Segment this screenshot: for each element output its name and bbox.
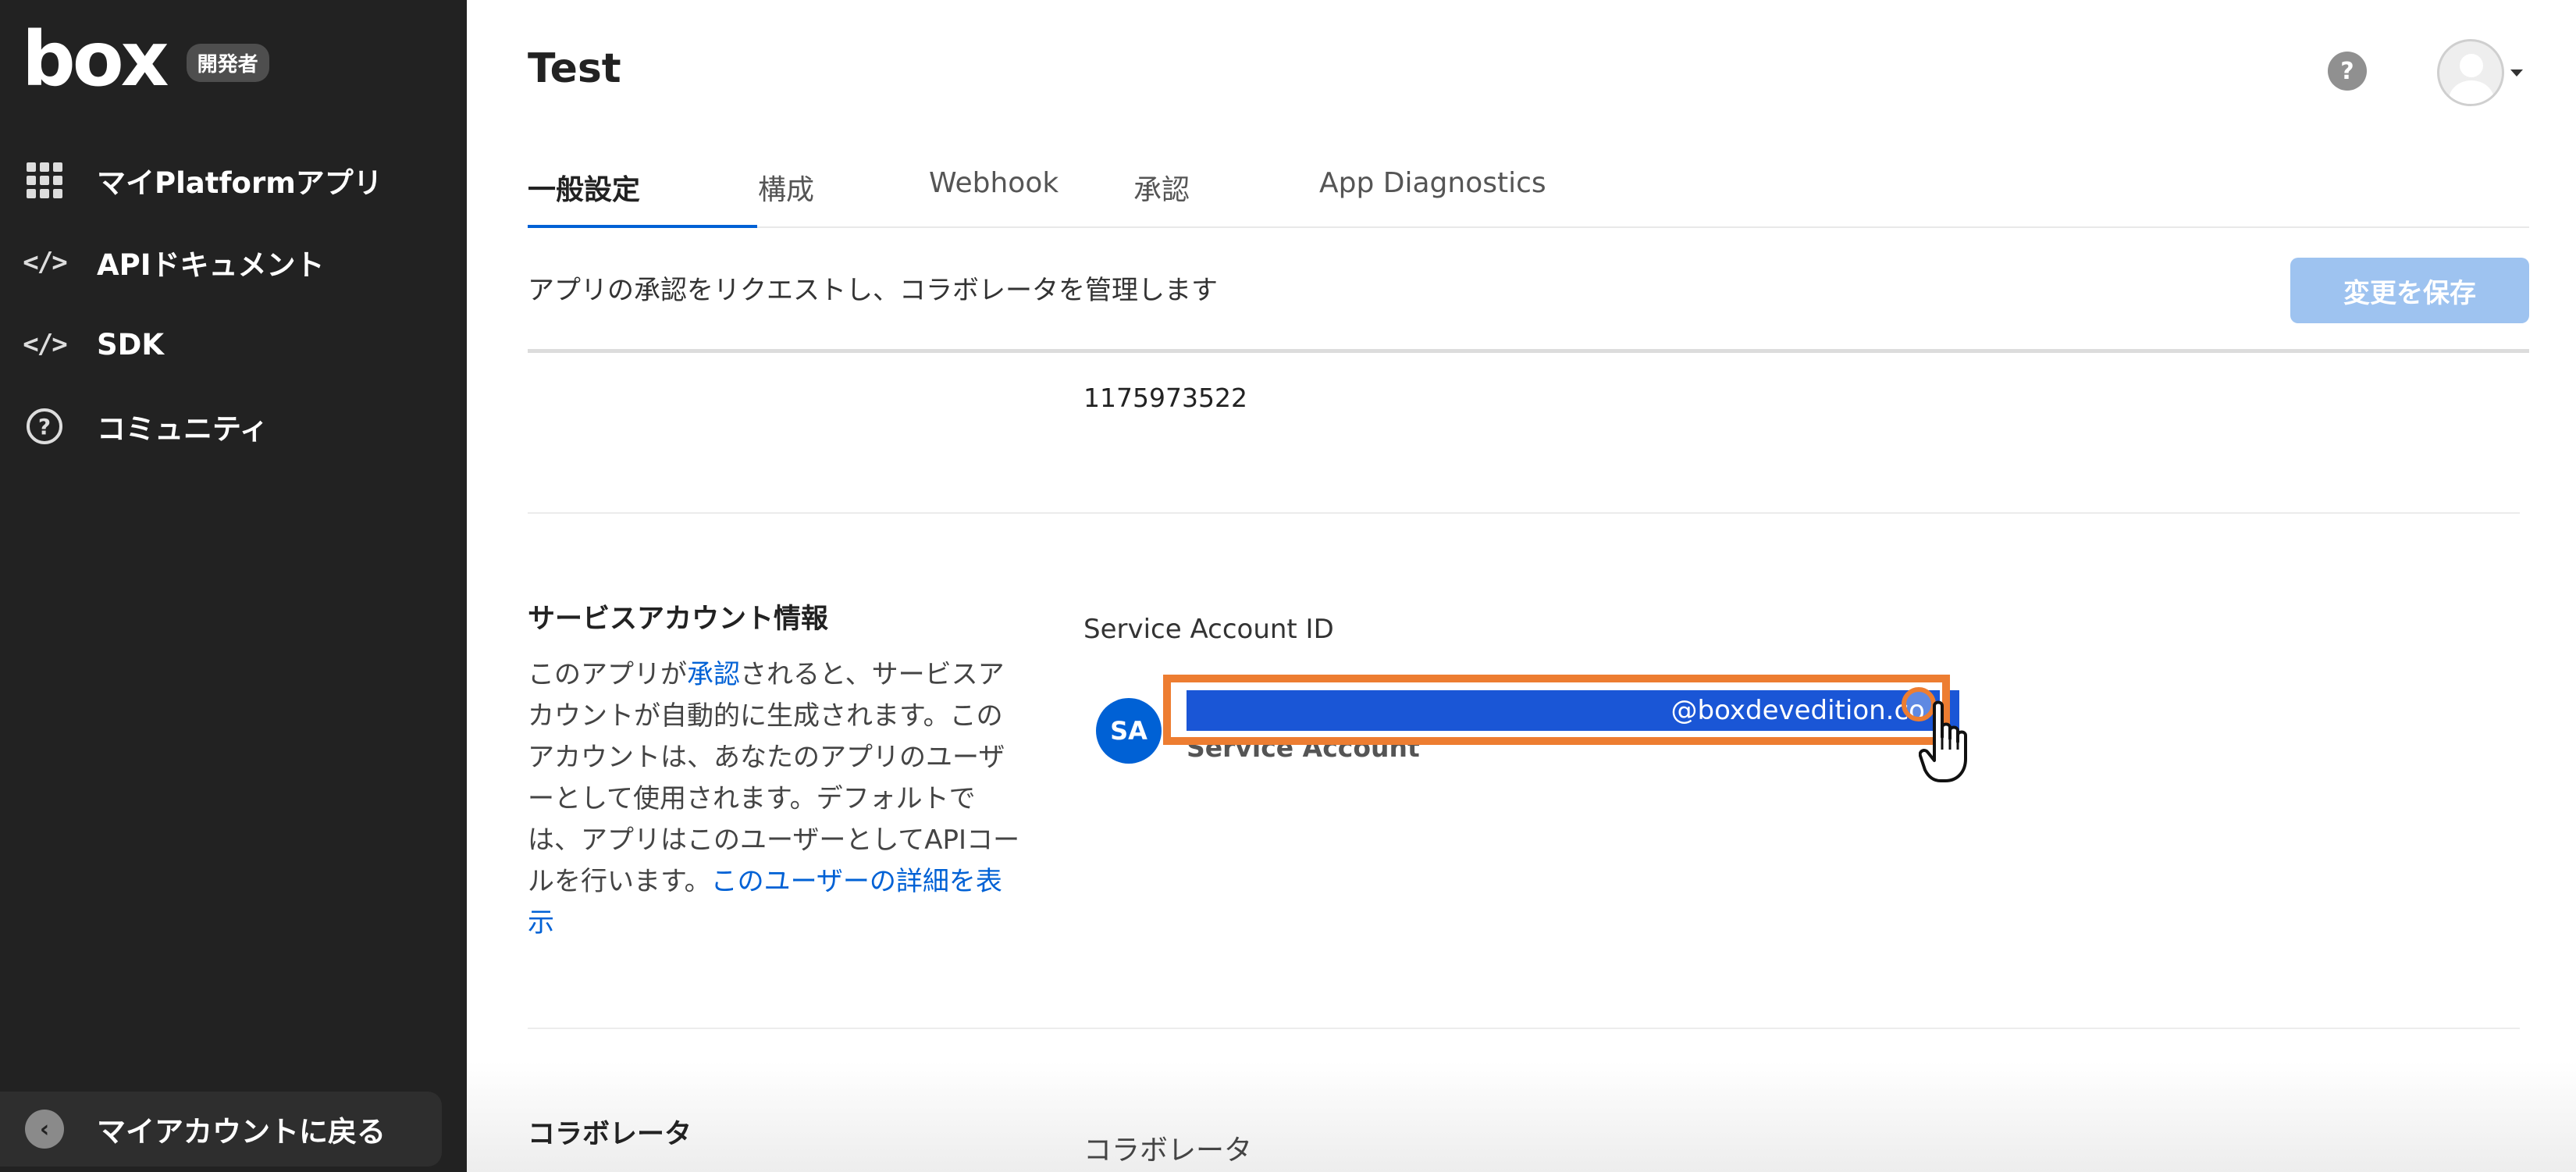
save-changes-button[interactable]: 変更を保存: [2290, 258, 2529, 323]
service-account-heading: サービスアカウント情報: [528, 604, 829, 635]
sidebar-item-label: APIドキュメント: [97, 248, 325, 282]
service-account-subtitle: Service Account: [1187, 732, 1420, 763]
tab-general-settings[interactable]: 一般設定: [528, 167, 640, 208]
back-to-account-button[interactable]: ‹ マイアカウントに戻る: [0, 1092, 442, 1167]
enterprise-id-value: 1175973522: [1083, 383, 1247, 413]
tab-configuration[interactable]: 構成: [758, 167, 814, 208]
help-icon[interactable]: ?: [2328, 52, 2367, 91]
sidebar-item-label: コミュニティ: [97, 412, 269, 446]
tab-app-diagnostics[interactable]: App Diagnostics: [1319, 167, 1546, 199]
back-to-account-label: マイアカウントに戻る: [97, 1115, 386, 1149]
sidebar-item-community[interactable]: ? コミュニティ: [0, 391, 467, 461]
main-content: Test ? 一般設定 構成 Webhook 承認 App Diagnostic…: [467, 0, 2576, 1172]
tab-bar: 一般設定 構成 Webhook 承認 App Diagnostics: [528, 156, 2529, 228]
sidebar-item-api-docs[interactable]: </> APIドキュメント: [0, 227, 467, 297]
desc-text: されると、サービスアカウントが自動的に生成されます。このアカウントは、あなたのア…: [528, 659, 1020, 897]
section-divider: [528, 1028, 2520, 1029]
chevron-left-icon: ‹: [25, 1110, 64, 1149]
service-account-description: このアプリが承認されると、サービスアカウントが自動的に生成されます。このアカウン…: [528, 654, 1027, 944]
service-account-id-label: Service Account ID: [1083, 614, 1334, 645]
user-menu[interactable]: [2437, 39, 2523, 106]
service-account-email-selected[interactable]: @boxdevedition.co: [1187, 690, 1959, 731]
developer-badge: 開発者: [186, 43, 269, 82]
avatar: [2437, 39, 2504, 106]
code-icon: </>: [23, 329, 67, 360]
subheader: アプリの承認をリクエストし、コラボレータを管理します 変更を保存: [528, 228, 2529, 353]
sidebar-item-my-platform-apps[interactable]: マイPlatformアプリ: [0, 145, 467, 216]
collaborators-heading: コラボレータ: [528, 1119, 692, 1150]
sidebar-item-label: SDK: [97, 327, 165, 362]
question-circle-icon: ?: [23, 405, 66, 447]
collaborators-label: コラボレータ: [1083, 1135, 1253, 1167]
tab-authorization[interactable]: 承認: [1133, 167, 1190, 208]
section-divider: [528, 512, 2520, 514]
hand-cursor-icon: [1919, 700, 1967, 782]
code-icon: </>: [23, 247, 67, 278]
sidebar-item-sdk[interactable]: </> SDK: [0, 309, 467, 379]
service-account-avatar: SA: [1096, 698, 1162, 764]
page-title: Test: [528, 45, 621, 92]
chevron-down-icon: [2510, 69, 2523, 77]
subheader-description: アプリの承認をリクエストし、コラボレータを管理します: [528, 275, 1218, 306]
tab-webhook[interactable]: Webhook: [929, 167, 1059, 199]
apps-grid-icon: [23, 159, 66, 201]
desc-text: このアプリが: [528, 659, 687, 690]
box-logo[interactable]: box 開発者: [22, 22, 269, 97]
bottom-fade: [467, 1062, 2576, 1172]
sidebar: box 開発者 マイPlatformアプリ </> APIドキュメント </> …: [0, 0, 467, 1172]
authorization-link[interactable]: 承認: [687, 659, 740, 690]
sidebar-item-label: マイPlatformアプリ: [97, 166, 382, 200]
logo-text: box: [22, 16, 169, 103]
